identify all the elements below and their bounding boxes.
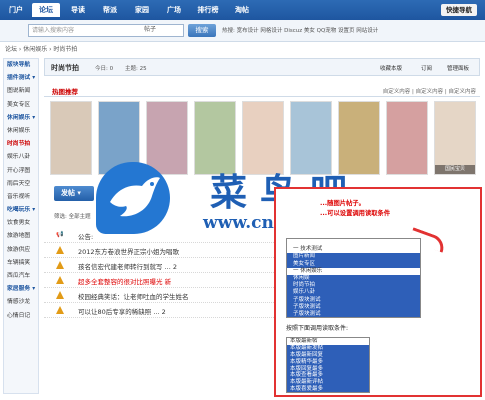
subscribe-link[interactable]: 订阅 [421, 64, 432, 72]
sidebar-item[interactable]: 插件测试 ▾ [4, 72, 38, 85]
photo-thumbnail[interactable] [386, 101, 428, 175]
list-option[interactable]: 子版块测试 [287, 303, 420, 311]
sidebar-item[interactable]: 图说新闻 [4, 85, 38, 98]
quick-nav-button[interactable]: 快捷导航 [441, 4, 477, 16]
list-option[interactable]: 美女专区 [287, 260, 420, 268]
forum-today-count: 今日: 0 [95, 66, 114, 72]
condition-select-list[interactable]: 本版最新帖 本版最新发帖 本版最新回复 本版精华最多 本版回复最多 本版查看最多 本版最新评… [286, 337, 370, 393]
settings-popup: ...随图片帖子。 ...可以设置调用读取条件 一 技术测试 图片新闻 美女专区一 … [274, 187, 482, 397]
forum-select-list[interactable]: 一 技术测试 图片新闻 美女专区一 休闲娱乐 休闲娱 时尚节拍 娱乐八卦 子版块测试 子版块测… [286, 238, 421, 318]
forum-title: 时尚节拍 [51, 64, 79, 72]
up-arrow-icon [56, 291, 64, 299]
up-arrow-icon [56, 306, 64, 314]
sidebar-item[interactable]: 时尚节拍 [4, 138, 38, 151]
sidebar-item[interactable]: 娱乐八卦 [4, 151, 38, 164]
popup-note: ...随图片帖子。 ...可以设置调用读取条件 [320, 200, 391, 217]
notice-icon: 📢 [56, 231, 64, 238]
sidebar-item[interactable]: 家居服务 ▾ [4, 283, 38, 296]
sidebar-item[interactable]: 版块导航 [4, 59, 38, 72]
thread-title[interactable]: 公告: [78, 231, 93, 241]
up-arrow-icon [56, 276, 64, 284]
sidebar-item[interactable]: 心情日记 [4, 310, 38, 323]
thread-list: 📢 公告: 2012东方卷浪世界正宗小姐为唱歌 孩名信宏代建老师转行到就写 ... … [44, 228, 284, 318]
search-bar: 请输入搜索内容 帖子 搜索 热搜: 宽布设计 网格设计 Discuz 美女 QQ… [0, 20, 485, 42]
search-scope-select[interactable]: 帖子 [140, 24, 184, 37]
nav-item[interactable]: 导读 [64, 3, 92, 17]
hot-pics-actions[interactable]: 自定义内容 | 自定义内容 | 自定义内容 [383, 87, 476, 95]
nav-item[interactable]: 家园 [128, 3, 156, 17]
sidebar-item[interactable]: 饮食男女 [4, 217, 38, 230]
thread-row[interactable]: 孩名信宏代建老师转行到就写 ... 2 [44, 258, 284, 273]
up-arrow-icon [56, 261, 64, 269]
list-option[interactable]: 子版块测试 [287, 296, 420, 304]
top-nav: 门户 论坛 导读 帮派 家园 广场 排行榜 淘帖 快捷导航 [0, 0, 485, 20]
sidebar-item[interactable]: 雨后天空 [4, 178, 38, 191]
thread-title[interactable]: 超多全套整容的很对比照曝光 新 [78, 276, 171, 286]
list-option[interactable]: 子版块测试 [287, 310, 420, 317]
sidebar-item[interactable]: 吃喝玩乐 ▾ [4, 204, 38, 217]
photo-caption: 国民宝贝 [435, 165, 475, 174]
sidebar-item[interactable]: 音乐视听 [4, 191, 38, 204]
thread-row[interactable]: 可以让80后专享的稀缺照 ... 2 [44, 303, 284, 318]
thread-row[interactable]: 2012东方卷浪世界正宗小姐为唱歌 [44, 243, 284, 258]
hot-search-links[interactable]: 热搜: 宽布设计 网格设计 Discuz 美女 QQ宠物 设置页 网站设计 [222, 26, 378, 34]
sidebar: 版块导航 插件测试 ▾ 图说新闻 美女专区 休闲娱乐 ▾ 休闲娱乐 时尚节拍 娱乐八卦 开心浮图… [3, 58, 39, 394]
thread-title[interactable]: 孩名信宏代建老师转行到就写 ... 2 [78, 261, 177, 271]
sidebar-item[interactable]: 情感沙龙 [4, 296, 38, 309]
nav-item[interactable]: 论坛 [32, 3, 60, 17]
nav-item[interactable]: 淘帖 [228, 3, 256, 17]
list-option[interactable]: 一 休闲娱乐 [287, 268, 420, 275]
search-button[interactable]: 搜索 [188, 24, 216, 37]
list-option[interactable]: 本版最新帖 [287, 338, 369, 345]
sidebar-item[interactable]: 西瓜汽车 [4, 270, 38, 283]
sidebar-item[interactable]: 休闲娱乐 [4, 125, 38, 138]
sidebar-item[interactable]: 车辆搞笑 [4, 257, 38, 270]
list-option[interactable]: 本版最新发帖 [287, 344, 369, 352]
nav-item[interactable]: 广场 [160, 3, 188, 17]
list-option[interactable]: 图片新闻 [287, 253, 420, 261]
hot-pics-title: 热图推荐 [52, 88, 78, 96]
manage-link[interactable]: 管理面板 [447, 64, 469, 72]
nav-item[interactable]: 门户 [3, 3, 29, 17]
list-option[interactable]: 本版最新回复 [287, 351, 369, 359]
sidebar-item[interactable]: 美女专区 [4, 99, 38, 112]
photo-thumbnail[interactable] [50, 101, 92, 175]
breadcrumb[interactable]: 论坛 › 休闲娱乐 › 时尚节拍 [5, 44, 77, 53]
nav-item[interactable]: 排行榜 [192, 3, 224, 17]
photo-thumbnail[interactable]: 国民宝贝 [434, 101, 476, 175]
nav-item[interactable]: 帮派 [96, 3, 124, 17]
list-option[interactable]: 本版喜爱最多 [287, 386, 369, 392]
sidebar-item[interactable]: 开心浮图 [4, 165, 38, 178]
sidebar-item[interactable]: 旅游供应 [4, 244, 38, 257]
favorite-link[interactable]: 收藏本版 [380, 64, 402, 72]
condition-label: 按照下面调用读取条件: [286, 325, 349, 332]
thread-title[interactable]: 2012东方卷浪世界正宗小姐为唱歌 [78, 246, 179, 256]
sidebar-item[interactable]: 休闲娱乐 ▾ [4, 112, 38, 125]
thread-row[interactable]: 校园经典笑话：让老师吐血的学生姓名 [44, 288, 284, 303]
new-post-button[interactable]: 发帖 ▾ [54, 186, 94, 201]
sidebar-item[interactable]: 旅游地图 [4, 230, 38, 243]
forum-thread-count: 主题: 25 [125, 66, 147, 72]
thread-title[interactable]: 可以让80后专享的稀缺照 ... 2 [78, 306, 166, 316]
thread-title[interactable]: 校园经典笑话：让老师吐血的学生姓名 [78, 291, 189, 301]
thread-row[interactable]: 超多全套整容的很对比照曝光 新 [44, 273, 284, 288]
list-option[interactable]: 娱乐八卦 [287, 289, 420, 297]
up-arrow-icon [56, 246, 64, 254]
watermark-bird-logo [96, 162, 170, 234]
forum-header: 时尚节拍 今日: 0 主题: 25 收藏本版 订阅 管理面板 [44, 58, 480, 76]
list-option[interactable]: 本版精华最多 [287, 358, 369, 366]
hot-pics-header: 热图推荐 自定义内容 | 自定义内容 | 自定义内容 [44, 84, 480, 97]
